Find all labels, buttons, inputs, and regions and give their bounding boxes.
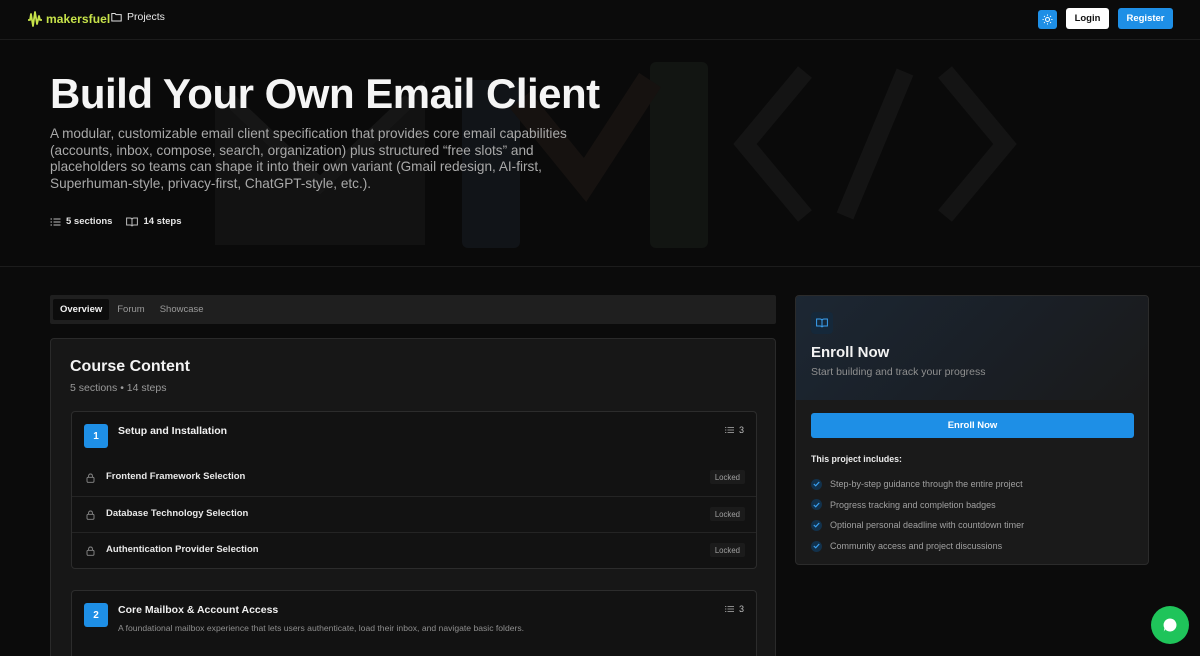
includes-item-label: Progress tracking and completion badges bbox=[830, 499, 996, 510]
includes-heading: This project includes: bbox=[811, 454, 902, 464]
check-icon bbox=[811, 519, 822, 531]
sun-icon bbox=[1042, 14, 1053, 25]
theme-toggle-button[interactable] bbox=[1038, 10, 1057, 29]
check-icon bbox=[811, 499, 822, 511]
page-title: Build Your Own Email Client bbox=[50, 70, 600, 117]
includes-item: Step-by-step guidance through the entire… bbox=[811, 474, 1024, 495]
section-number-badge: 1 bbox=[84, 424, 108, 448]
section-step-count-value: 3 bbox=[738, 425, 744, 435]
locked-badge: Locked bbox=[709, 470, 745, 484]
list-icon bbox=[724, 606, 734, 612]
locked-badge: Locked bbox=[709, 543, 745, 557]
step-row[interactable]: Authentication Provider Selection Locked bbox=[72, 532, 756, 568]
logo-icon bbox=[28, 11, 42, 27]
step-row[interactable]: Frontend Framework Selection Locked bbox=[72, 460, 756, 496]
section-title: Core Mailbox & Account Access bbox=[118, 604, 279, 616]
logo-text: makersfuel bbox=[46, 12, 111, 26]
check-icon bbox=[811, 540, 822, 552]
enroll-title: Enroll Now bbox=[811, 344, 890, 361]
enroll-subtitle: Start building and track your progress bbox=[811, 366, 986, 378]
page-description: A modular, customizable email client spe… bbox=[50, 126, 567, 191]
section-number-badge: 2 bbox=[84, 603, 108, 627]
includes-item-label: Optional personal deadline with countdow… bbox=[830, 520, 1025, 531]
enroll-card-header: Enroll Now Start building and track your… bbox=[796, 296, 1148, 400]
logo[interactable]: makersfuel bbox=[27, 9, 110, 29]
course-content-title: Course Content bbox=[70, 358, 190, 375]
tab-forum[interactable]: Forum bbox=[110, 299, 151, 320]
book-icon bbox=[126, 217, 139, 226]
includes-list: Step-by-step guidance through the entire… bbox=[811, 474, 1024, 556]
section-title: Setup and Installation bbox=[118, 425, 228, 437]
section-step-count: 3 bbox=[724, 604, 744, 614]
list-icon bbox=[50, 218, 61, 225]
nav-projects-label: Projects bbox=[127, 11, 165, 23]
locked-badge: Locked bbox=[709, 507, 745, 521]
steps-count-label: 14 steps bbox=[143, 216, 182, 227]
course-section[interactable]: 2 Core Mailbox & Account Access A founda… bbox=[71, 590, 757, 656]
step-title: Authentication Provider Selection bbox=[106, 544, 259, 555]
login-button[interactable]: Login bbox=[1066, 8, 1109, 29]
lock-icon bbox=[86, 546, 95, 556]
includes-item-label: Community access and project discussions bbox=[830, 541, 1003, 552]
list-icon bbox=[724, 427, 734, 433]
includes-item: Progress tracking and completion badges bbox=[811, 495, 1024, 516]
sections-count-label: 5 sections bbox=[66, 216, 113, 227]
course-content-panel: Course Content 5 sections • 14 steps 1 S… bbox=[50, 338, 776, 656]
section-step-count-value: 3 bbox=[738, 604, 744, 614]
enroll-card: Enroll Now Start building and track your… bbox=[795, 295, 1149, 565]
hero-section: Build Your Own Email Client A modular, c… bbox=[0, 40, 1200, 267]
section-step-count: 3 bbox=[724, 425, 744, 435]
lock-icon bbox=[86, 473, 95, 483]
book-icon bbox=[811, 312, 833, 334]
sections-count: 5 sections bbox=[50, 216, 112, 227]
nav-projects-link[interactable]: Projects bbox=[111, 11, 165, 23]
section-description: A foundational mailbox experience that l… bbox=[118, 623, 525, 633]
step-title: Database Technology Selection bbox=[106, 508, 249, 519]
folder-icon bbox=[111, 13, 122, 22]
course-content-subtitle: 5 sections • 14 steps bbox=[70, 382, 167, 394]
check-icon bbox=[811, 478, 822, 490]
tab-showcase[interactable]: Showcase bbox=[153, 299, 211, 320]
course-section[interactable]: 1 Setup and Installation 3 Frontend Fram… bbox=[71, 411, 757, 569]
enroll-now-button[interactable]: Enroll Now bbox=[811, 413, 1134, 438]
chat-widget-button[interactable] bbox=[1151, 606, 1189, 644]
top-nav: makersfuel Projects Login Register bbox=[0, 0, 1200, 40]
chat-bubble-icon bbox=[1163, 618, 1177, 632]
register-button[interactable]: Register bbox=[1118, 8, 1173, 29]
includes-item: Optional personal deadline with countdow… bbox=[811, 515, 1024, 536]
step-row[interactable]: Database Technology Selection Locked bbox=[72, 496, 756, 532]
steps-count: 14 steps bbox=[126, 216, 182, 227]
tab-overview[interactable]: Overview bbox=[53, 299, 110, 320]
includes-item-label: Step-by-step guidance through the entire… bbox=[830, 479, 1023, 490]
course-meta: 5 sections 14 steps bbox=[50, 216, 196, 227]
tab-bar: Overview Forum Showcase bbox=[50, 295, 776, 324]
step-title: Frontend Framework Selection bbox=[106, 471, 246, 482]
includes-item: Community access and project discussions bbox=[811, 536, 1024, 557]
lock-icon bbox=[86, 510, 95, 520]
